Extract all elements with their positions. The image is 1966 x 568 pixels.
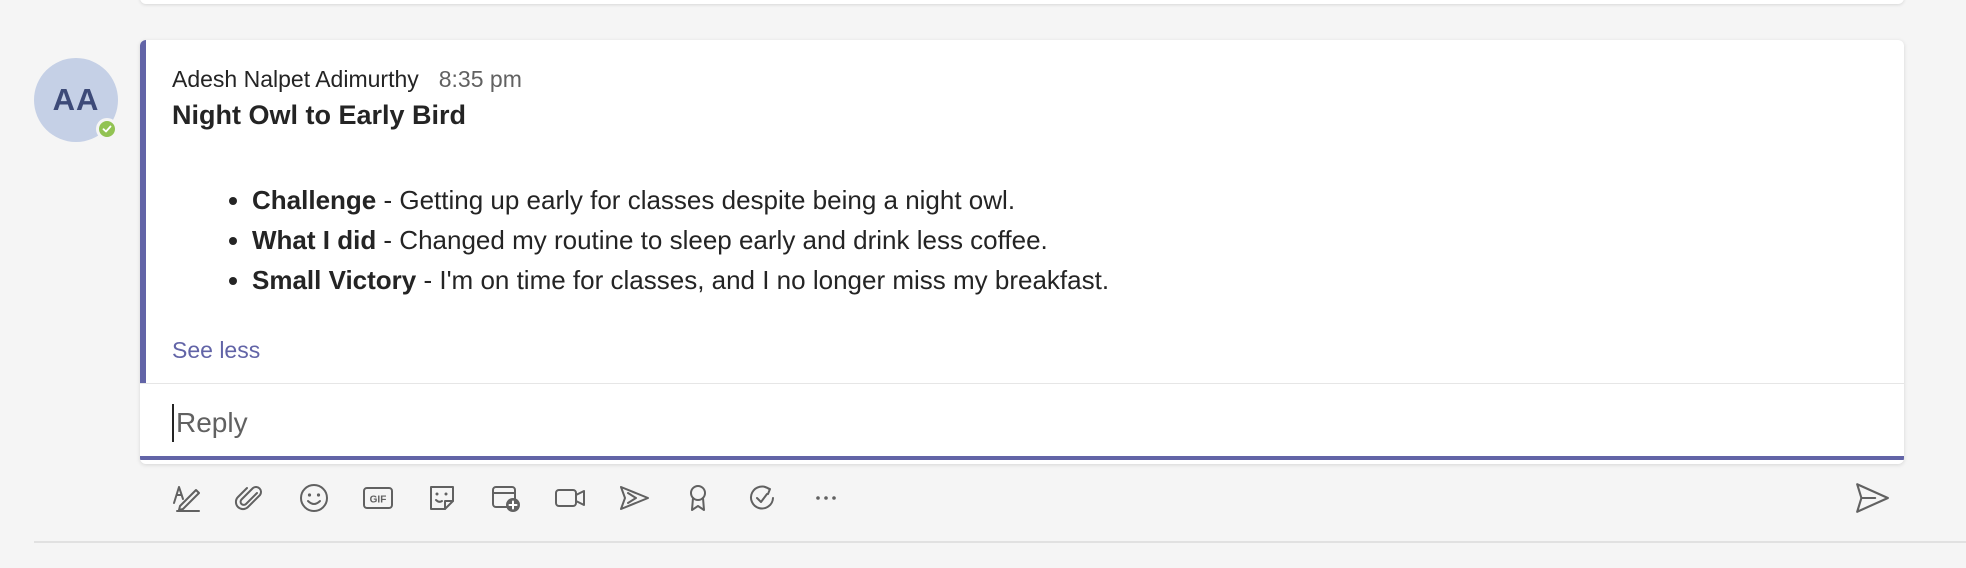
message-subject: Night Owl to Early Bird: [172, 100, 467, 130]
format-button[interactable]: [166, 478, 206, 518]
list-item: Challenge - Getting up early for classes…: [252, 180, 1109, 220]
avatar-initials: AA: [52, 82, 100, 117]
more-options-button[interactable]: [806, 478, 846, 518]
praise-button[interactable]: [678, 478, 718, 518]
attach-icon: [234, 486, 262, 511]
message-accent-bar: [140, 40, 146, 383]
bullet-label: Small Victory: [252, 265, 417, 295]
bullet-text: - Getting up early for classes despite b…: [376, 185, 1016, 215]
schedule-meeting-icon: [492, 486, 520, 512]
svg-text:GIF: GIF: [370, 495, 387, 506]
see-less-link[interactable]: See less: [172, 337, 260, 364]
loop-button[interactable]: [742, 478, 782, 518]
gif-button[interactable]: GIF: [358, 478, 398, 518]
sticker-button[interactable]: [422, 478, 462, 518]
video-icon: [555, 489, 585, 507]
compose-toolbar: GIF: [166, 478, 846, 518]
emoji-icon: [300, 484, 328, 512]
previous-message-card: [140, 0, 1904, 4]
send-icon: [1856, 483, 1889, 513]
reply-focus-underline: [140, 456, 1904, 460]
schedule-meeting-button[interactable]: [486, 478, 526, 518]
message-bullet-list: Challenge - Getting up early for classes…: [200, 180, 1109, 300]
reply-box: [140, 384, 1904, 460]
list-item: Small Victory - I'm on time for classes,…: [252, 260, 1109, 300]
video-button[interactable]: [550, 478, 590, 518]
message-header: Adesh Nalpet Adimurthy 8:35 pm: [172, 66, 522, 93]
praise-icon: [690, 485, 706, 511]
bullet-label: Challenge: [252, 185, 377, 215]
bullet-text: - I'm on time for classes, and I no long…: [416, 265, 1110, 295]
author-name[interactable]: Adesh Nalpet Adimurthy: [172, 66, 419, 93]
format-icon: [173, 486, 200, 512]
loop-icon: [750, 485, 774, 510]
list-item: What I did - Changed my routine to sleep…: [252, 220, 1109, 260]
send-button[interactable]: [1852, 478, 1892, 518]
bullet-label: What I did: [252, 225, 377, 255]
message-card: Adesh Nalpet Adimurthy 8:35 pm Night Owl…: [140, 40, 1904, 464]
emoji-button[interactable]: [294, 478, 334, 518]
message-timestamp: 8:35 pm: [438, 66, 522, 92]
sticker-icon: [430, 486, 454, 510]
more-options-icon: [816, 496, 836, 500]
thread-separator: [34, 541, 1966, 543]
gif-icon: GIF: [363, 487, 393, 509]
attach-button[interactable]: [230, 478, 270, 518]
stream-button[interactable]: [614, 478, 654, 518]
presence-available-icon: [96, 118, 118, 140]
stream-icon: [620, 486, 649, 510]
reply-input[interactable]: [172, 404, 1858, 442]
bullet-text: - Changed my routine to sleep early and …: [376, 225, 1048, 255]
